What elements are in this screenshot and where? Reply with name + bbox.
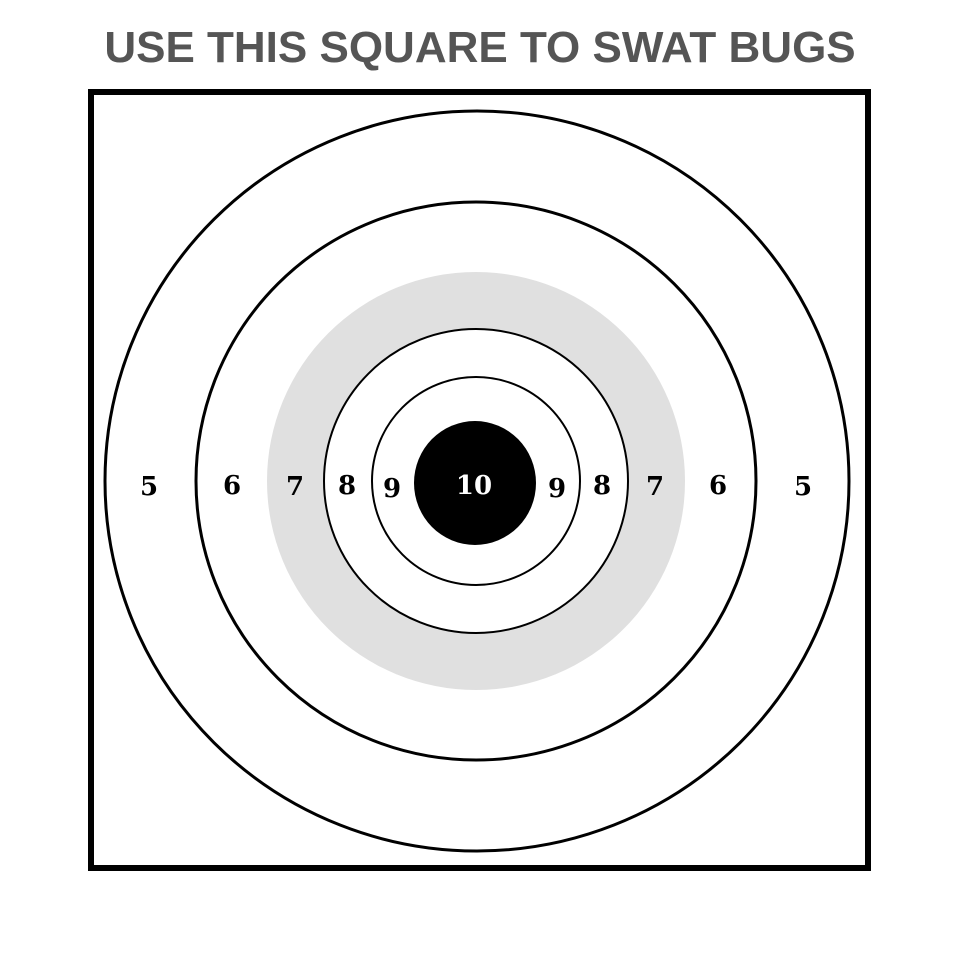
score-right-5: 5 — [794, 472, 812, 502]
score-right-8: 8 — [593, 471, 611, 501]
score-left-9: 9 — [383, 474, 401, 504]
score-right-6: 6 — [709, 471, 727, 501]
score-left-5: 5 — [140, 472, 158, 502]
swat-target[interactable]: 5 6 7 8 9 10 9 8 7 6 5 — [0, 0, 960, 960]
score-bullseye-10: 10 — [456, 471, 492, 501]
score-right-9: 9 — [548, 474, 566, 504]
score-left-7: 7 — [286, 472, 304, 502]
score-right-7: 7 — [646, 472, 664, 502]
score-left-6: 6 — [223, 471, 241, 501]
score-left-8: 8 — [338, 471, 356, 501]
